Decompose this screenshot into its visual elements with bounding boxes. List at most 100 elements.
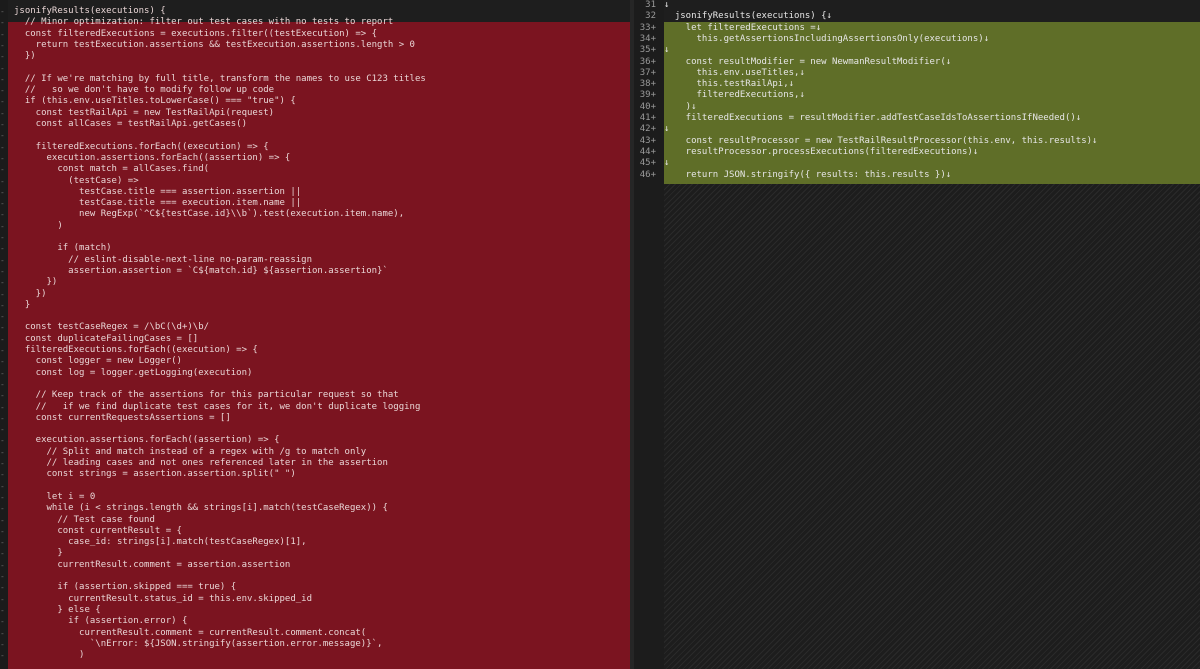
removed-marker: - [0,560,5,570]
removed-marker: - [0,334,5,344]
code-text: const match = allCases.find( [14,164,210,175]
code-text: const currentResult = { [14,525,182,536]
code-text: ↓ [664,158,670,169]
code-text: } [14,548,63,559]
code-text: // leading cases and not ones referenced… [14,458,388,468]
code-text: const resultModifier = new NewmanResultM… [664,56,952,67]
removed-marker: - [0,52,5,62]
removed-marker: - [0,312,5,322]
removed-marker: - [0,323,5,333]
code-text: if (assertion.skipped === true) { [14,582,237,593]
code-text: )↓ [664,101,697,112]
code-text: // Test case found [14,514,155,525]
code-text: filteredExecutions.forEach((execution) =… [14,345,258,355]
added-lines-highlight [664,22,1200,184]
removed-marker: - [0,379,5,389]
added-code-line[interactable]: 38+ this.testRailApi,↓ [634,79,794,90]
context-code-line[interactable]: 31 ↓ [634,0,669,11]
code-text: // so we don't have to modify follow up … [14,85,275,96]
removed-marker: - [0,583,5,593]
added-code-line[interactable]: 42+ ↓ [634,124,670,135]
removed-marker: - [0,153,5,163]
code-text: if (assertion.error) { [14,616,188,627]
removed-marker: - [0,233,5,242]
code-text: this.getAssertionsIncludingAssertionsOnl… [664,33,990,44]
removed-marker: - [0,357,5,367]
added-code-line[interactable]: 39+ filteredExecutions,↓ [634,90,805,101]
removed-marker: - [0,7,5,16]
code-text: `\nError: ${JSON.stringify(assertion.err… [14,638,383,649]
code-text: }) [14,51,36,62]
removed-marker: - [0,97,5,107]
line-number: 39+ [639,90,656,101]
added-code-line[interactable]: 44+ resultProcessor.processExecutions(fi… [634,146,979,158]
code-text: this.testRailApi,↓ [664,79,795,90]
removed-marker: - [0,470,5,480]
removed-marker: - [0,74,5,84]
removed-marker: - [0,289,5,299]
code-text: const logger = new Logger() [14,356,182,367]
added-code-line[interactable]: 33+ let filteredExecutions =↓ [634,23,821,34]
added-code-line[interactable]: 37+ this.env.useTitles,↓ [634,68,805,79]
right-diff-pane[interactable]: 31 ↓ 32 jsonifyResults(executions) {↓ 33+ l… [634,0,1200,669]
added-code-line[interactable]: 41+ filteredExecutions = resultModifier.… [634,113,1082,124]
removed-marker: - [0,628,5,638]
left-diff-pane[interactable]: - jsonifyResults(executions) {- // Minor … [0,0,630,669]
added-code-line[interactable]: 43+ const resultProcessor = new TestRail… [634,135,1098,147]
added-code-line[interactable]: 34+ this.getAssertionsIncludingAssertion… [634,34,989,45]
removed-marker: - [0,18,5,28]
line-number: 35+ [639,45,656,56]
removed-marker: - [0,165,5,175]
code-text: assertion.assertion = `C${match.id} ${as… [14,265,388,276]
code-text: filteredExecutions.forEach((execution) =… [14,141,269,152]
removed-marker: - [0,278,5,288]
removed-marker: - [0,368,5,378]
code-text: // If we're matching by full title, tran… [14,73,426,84]
removed-marker: - [0,176,5,186]
code-text: } else { [14,604,101,615]
code-text: this.env.useTitles,↓ [664,67,805,78]
code-text: }) [14,288,47,299]
code-text: // Split and match instead of a regex wi… [14,446,367,457]
removed-marker: - [0,63,5,73]
added-code-line[interactable]: 45+ ↓ [634,158,670,169]
code-text: const resultProcessor = new TestRailResu… [664,135,1098,146]
line-number: 34+ [639,33,656,44]
removed-marker: - [0,639,5,649]
line-number: 33+ [639,22,656,33]
removed-marker: - [0,187,5,197]
removed-marker: - [0,538,5,548]
code-text: const duplicateFailingCases = [] [14,333,199,344]
removed-marker: - [0,549,5,559]
code-text: return testExecution.assertions && testE… [14,39,415,50]
line-number: 40+ [639,101,656,112]
code-text: // Keep track of the assertions for this… [14,390,399,401]
removed-marker: - [0,29,5,39]
code-text: ) [14,220,63,231]
removed-marker: - [0,447,5,457]
code-text: filteredExecutions,↓ [664,90,805,101]
removed-marker: - [0,221,5,231]
removed-marker: - [0,425,5,435]
code-text: // if we find duplicate test cases for i… [14,401,421,412]
line-number: 41+ [639,113,656,123]
code-text: const testRailApi = new TestRailApi(requ… [14,107,275,118]
code-text: while (i < strings.length && strings[i].… [14,503,388,514]
added-code-line[interactable]: 35+ ↓ [634,45,670,56]
code-text: (testCase) => [14,175,139,186]
added-code-line[interactable]: 46+ return JSON.stringify({ results: thi… [634,170,951,181]
code-text: ↓ [664,124,670,135]
code-text: filteredExecutions = resultModifier.addT… [664,113,1082,123]
removed-marker: - [0,131,5,141]
line-number: 44+ [639,146,656,157]
code-text: execution.assertions.forEach((assertion)… [14,435,280,446]
added-code-line[interactable]: 36+ const resultModifier = new NewmanRes… [634,57,951,68]
code-text: const allCases = testRailApi.getCases() [14,119,247,129]
added-code-line[interactable]: 40+ )↓ [634,102,697,113]
removed-marker: - [0,346,5,355]
removed-marker: - [0,594,5,604]
removed-marker: - [0,86,5,96]
line-number: 42+ [639,124,656,135]
removed-marker: - [0,504,5,514]
context-code-line[interactable]: 32 jsonifyResults(executions) {↓ [634,11,832,22]
